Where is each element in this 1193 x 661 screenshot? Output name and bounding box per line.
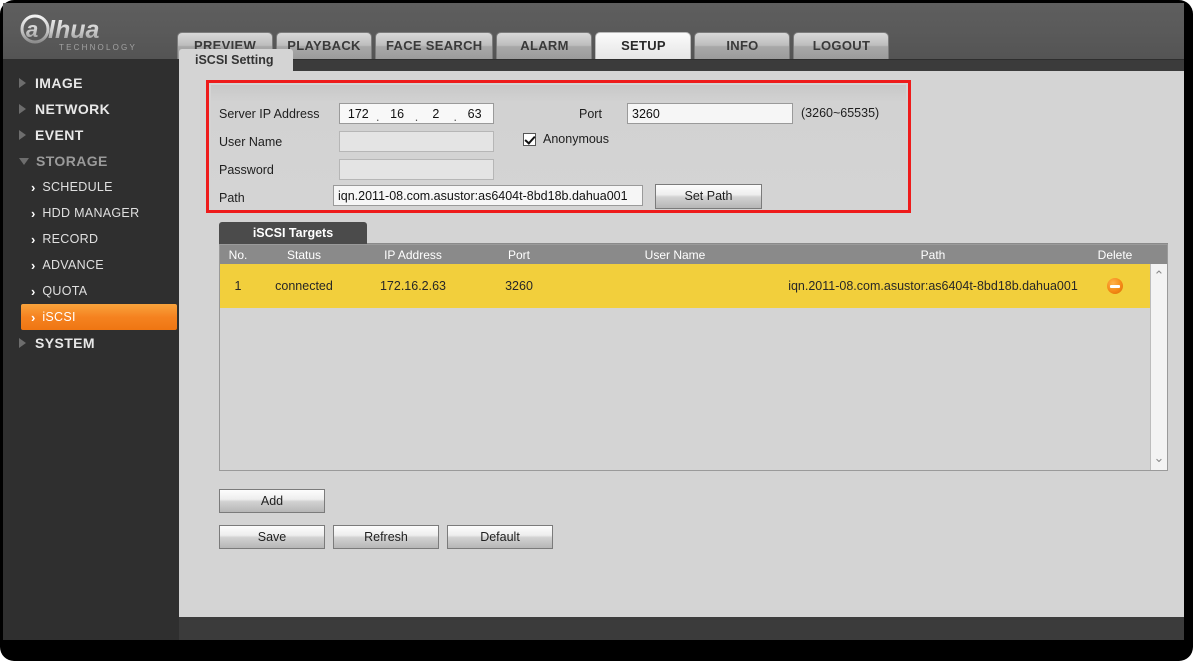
nav-tab-face-search[interactable]: FACE SEARCH bbox=[375, 32, 494, 59]
svg-text:TECHNOLOGY: TECHNOLOGY bbox=[59, 43, 137, 52]
sidebar-subitem-label: QUOTA bbox=[42, 284, 88, 298]
iscsi-panel: iSCSI Setting Server IP Address 172 . 16… bbox=[179, 49, 1184, 617]
nav-tab-info[interactable]: INFO bbox=[694, 32, 791, 59]
chevron-right-icon: › bbox=[31, 205, 36, 221]
cell-path: iqn.2011-08.com.asustor:as6404t-8bd18b.d… bbox=[788, 279, 1078, 293]
chevron-right-icon: › bbox=[31, 283, 36, 299]
nav-tab-setup[interactable]: SETUP bbox=[595, 32, 692, 59]
sidebar-item-system[interactable]: SYSTEM bbox=[3, 330, 179, 356]
port-input[interactable] bbox=[627, 103, 793, 124]
user-name-label: User Name bbox=[219, 135, 283, 149]
column-header-port: Port bbox=[507, 247, 530, 262]
server-ip-octet-2[interactable]: 16 bbox=[386, 107, 408, 121]
chevron-right-icon bbox=[19, 104, 26, 114]
server-ip-label: Server IP Address bbox=[219, 107, 320, 121]
sidebar-subitem-label: iSCSI bbox=[42, 310, 76, 324]
sidebar-subitem-label: RECORD bbox=[42, 232, 99, 246]
column-header-delete: Delete bbox=[1097, 247, 1133, 262]
table-row[interactable]: 1 connected 172.16.2.63 3260 iqn.2011-08… bbox=[220, 264, 1150, 308]
chevron-right-icon bbox=[19, 78, 26, 88]
sidebar-item-event[interactable]: EVENT bbox=[3, 122, 179, 148]
ip-separator: . bbox=[453, 109, 457, 124]
chevron-down-icon bbox=[19, 157, 29, 165]
scroll-up-icon[interactable]: ⌃ bbox=[1151, 268, 1167, 284]
chevron-right-icon: › bbox=[31, 231, 36, 247]
sidebar: IMAGE NETWORK EVENT STORAGE › SCHEDULE ›… bbox=[3, 60, 179, 640]
sidebar-subitem-label: SCHEDULE bbox=[42, 180, 113, 194]
sidebar-item-label: STORAGE bbox=[36, 153, 108, 169]
password-label: Password bbox=[219, 163, 274, 177]
column-header-path: Path bbox=[920, 247, 946, 262]
default-button[interactable]: Default bbox=[447, 525, 553, 549]
cell-delete bbox=[1080, 275, 1150, 298]
targets-tab-strip: iSCSI Targets bbox=[219, 222, 1168, 244]
set-path-button[interactable]: Set Path bbox=[655, 184, 762, 209]
chevron-right-icon bbox=[19, 130, 26, 140]
sidebar-subitem-label: HDD MANAGER bbox=[42, 206, 140, 220]
svg-text:a: a bbox=[26, 17, 38, 42]
sidebar-item-quota[interactable]: › QUOTA bbox=[21, 278, 177, 304]
save-button[interactable]: Save bbox=[219, 525, 325, 549]
chevron-right-icon: › bbox=[31, 257, 36, 273]
column-header-user: User Name bbox=[644, 247, 706, 262]
sidebar-item-label: NETWORK bbox=[35, 101, 111, 117]
tab-iscsi-targets[interactable]: iSCSI Targets bbox=[219, 222, 367, 244]
dahua-logo: a lhua TECHNOLOGY bbox=[15, 11, 170, 55]
cell-user bbox=[564, 283, 786, 289]
tab-iscsi-setting[interactable]: iSCSI Setting bbox=[179, 49, 294, 71]
nav-tab-logout[interactable]: LOGOUT bbox=[793, 32, 890, 59]
chevron-right-icon bbox=[19, 338, 26, 348]
sidebar-item-network[interactable]: NETWORK bbox=[3, 96, 179, 122]
path-label: Path bbox=[219, 191, 245, 205]
column-header-ip: IP Address bbox=[384, 247, 442, 262]
scroll-down-icon[interactable]: ⌄ bbox=[1151, 450, 1167, 466]
ip-separator: . bbox=[375, 109, 380, 124]
iscsi-targets-table: No. Status IP Address Port User Name Pat… bbox=[219, 244, 1168, 471]
port-range-hint: (3260~65535) bbox=[801, 106, 880, 120]
server-ip-octet-1[interactable]: 172 bbox=[347, 107, 369, 121]
user-name-input[interactable] bbox=[339, 131, 494, 152]
server-ip-octet-4[interactable]: 63 bbox=[464, 107, 486, 121]
sidebar-item-record[interactable]: › RECORD bbox=[21, 226, 177, 252]
cell-port: 3260 bbox=[505, 279, 533, 293]
cell-no: 1 bbox=[234, 279, 242, 293]
add-button[interactable]: Add bbox=[219, 489, 325, 513]
nav-tab-alarm[interactable]: ALARM bbox=[496, 32, 593, 59]
table-vertical-scrollbar[interactable]: ⌃ ⌄ bbox=[1150, 264, 1167, 470]
path-input[interactable] bbox=[333, 185, 643, 206]
svg-text:lhua: lhua bbox=[48, 16, 99, 44]
table-body: 1 connected 172.16.2.63 3260 iqn.2011-08… bbox=[220, 264, 1150, 470]
server-ip-input[interactable]: 172 . 16 . 2 . 63 bbox=[339, 103, 494, 124]
server-ip-octet-3[interactable]: 2 bbox=[425, 107, 447, 121]
column-header-no: No. bbox=[228, 247, 248, 262]
refresh-button[interactable]: Refresh bbox=[333, 525, 439, 549]
iscsi-settings-form: Server IP Address 172 . 16 . 2 . 63 Port… bbox=[211, 85, 906, 209]
device-frame: a lhua TECHNOLOGY PREVIEW PLAYBACK FACE … bbox=[0, 0, 1193, 661]
delete-circle-icon[interactable] bbox=[1107, 278, 1123, 295]
sidebar-item-label: EVENT bbox=[35, 127, 84, 143]
sidebar-item-storage[interactable]: STORAGE bbox=[3, 148, 179, 174]
sidebar-item-iscsi[interactable]: › iSCSI bbox=[21, 304, 177, 330]
sidebar-item-label: SYSTEM bbox=[35, 335, 95, 351]
chevron-right-icon: › bbox=[31, 309, 36, 325]
sidebar-item-schedule[interactable]: › SCHEDULE bbox=[21, 174, 177, 200]
ip-separator: . bbox=[414, 109, 419, 124]
cell-ip: 172.16.2.63 bbox=[379, 279, 447, 293]
sidebar-subitem-label: ADVANCE bbox=[42, 258, 104, 272]
sidebar-item-hdd-manager[interactable]: › HDD MANAGER bbox=[21, 200, 177, 226]
chevron-right-icon: › bbox=[31, 179, 36, 195]
port-label: Port bbox=[579, 107, 602, 121]
sidebar-item-image[interactable]: IMAGE bbox=[3, 70, 179, 96]
password-input[interactable] bbox=[339, 159, 494, 180]
column-header-status: Status bbox=[286, 247, 322, 262]
app-window: a lhua TECHNOLOGY PREVIEW PLAYBACK FACE … bbox=[3, 3, 1184, 640]
anonymous-checkbox-wrap[interactable]: Anonymous bbox=[523, 132, 609, 146]
sidebar-item-advance[interactable]: › ADVANCE bbox=[21, 252, 177, 278]
anonymous-checkbox[interactable] bbox=[523, 132, 536, 146]
sidebar-item-label: IMAGE bbox=[35, 75, 83, 91]
content-area: iSCSI Setting Server IP Address 172 . 16… bbox=[179, 49, 1184, 640]
cell-status: connected bbox=[275, 279, 333, 293]
anonymous-label: Anonymous bbox=[543, 132, 610, 146]
table-header-row: No. Status IP Address Port User Name Pat… bbox=[220, 245, 1167, 264]
